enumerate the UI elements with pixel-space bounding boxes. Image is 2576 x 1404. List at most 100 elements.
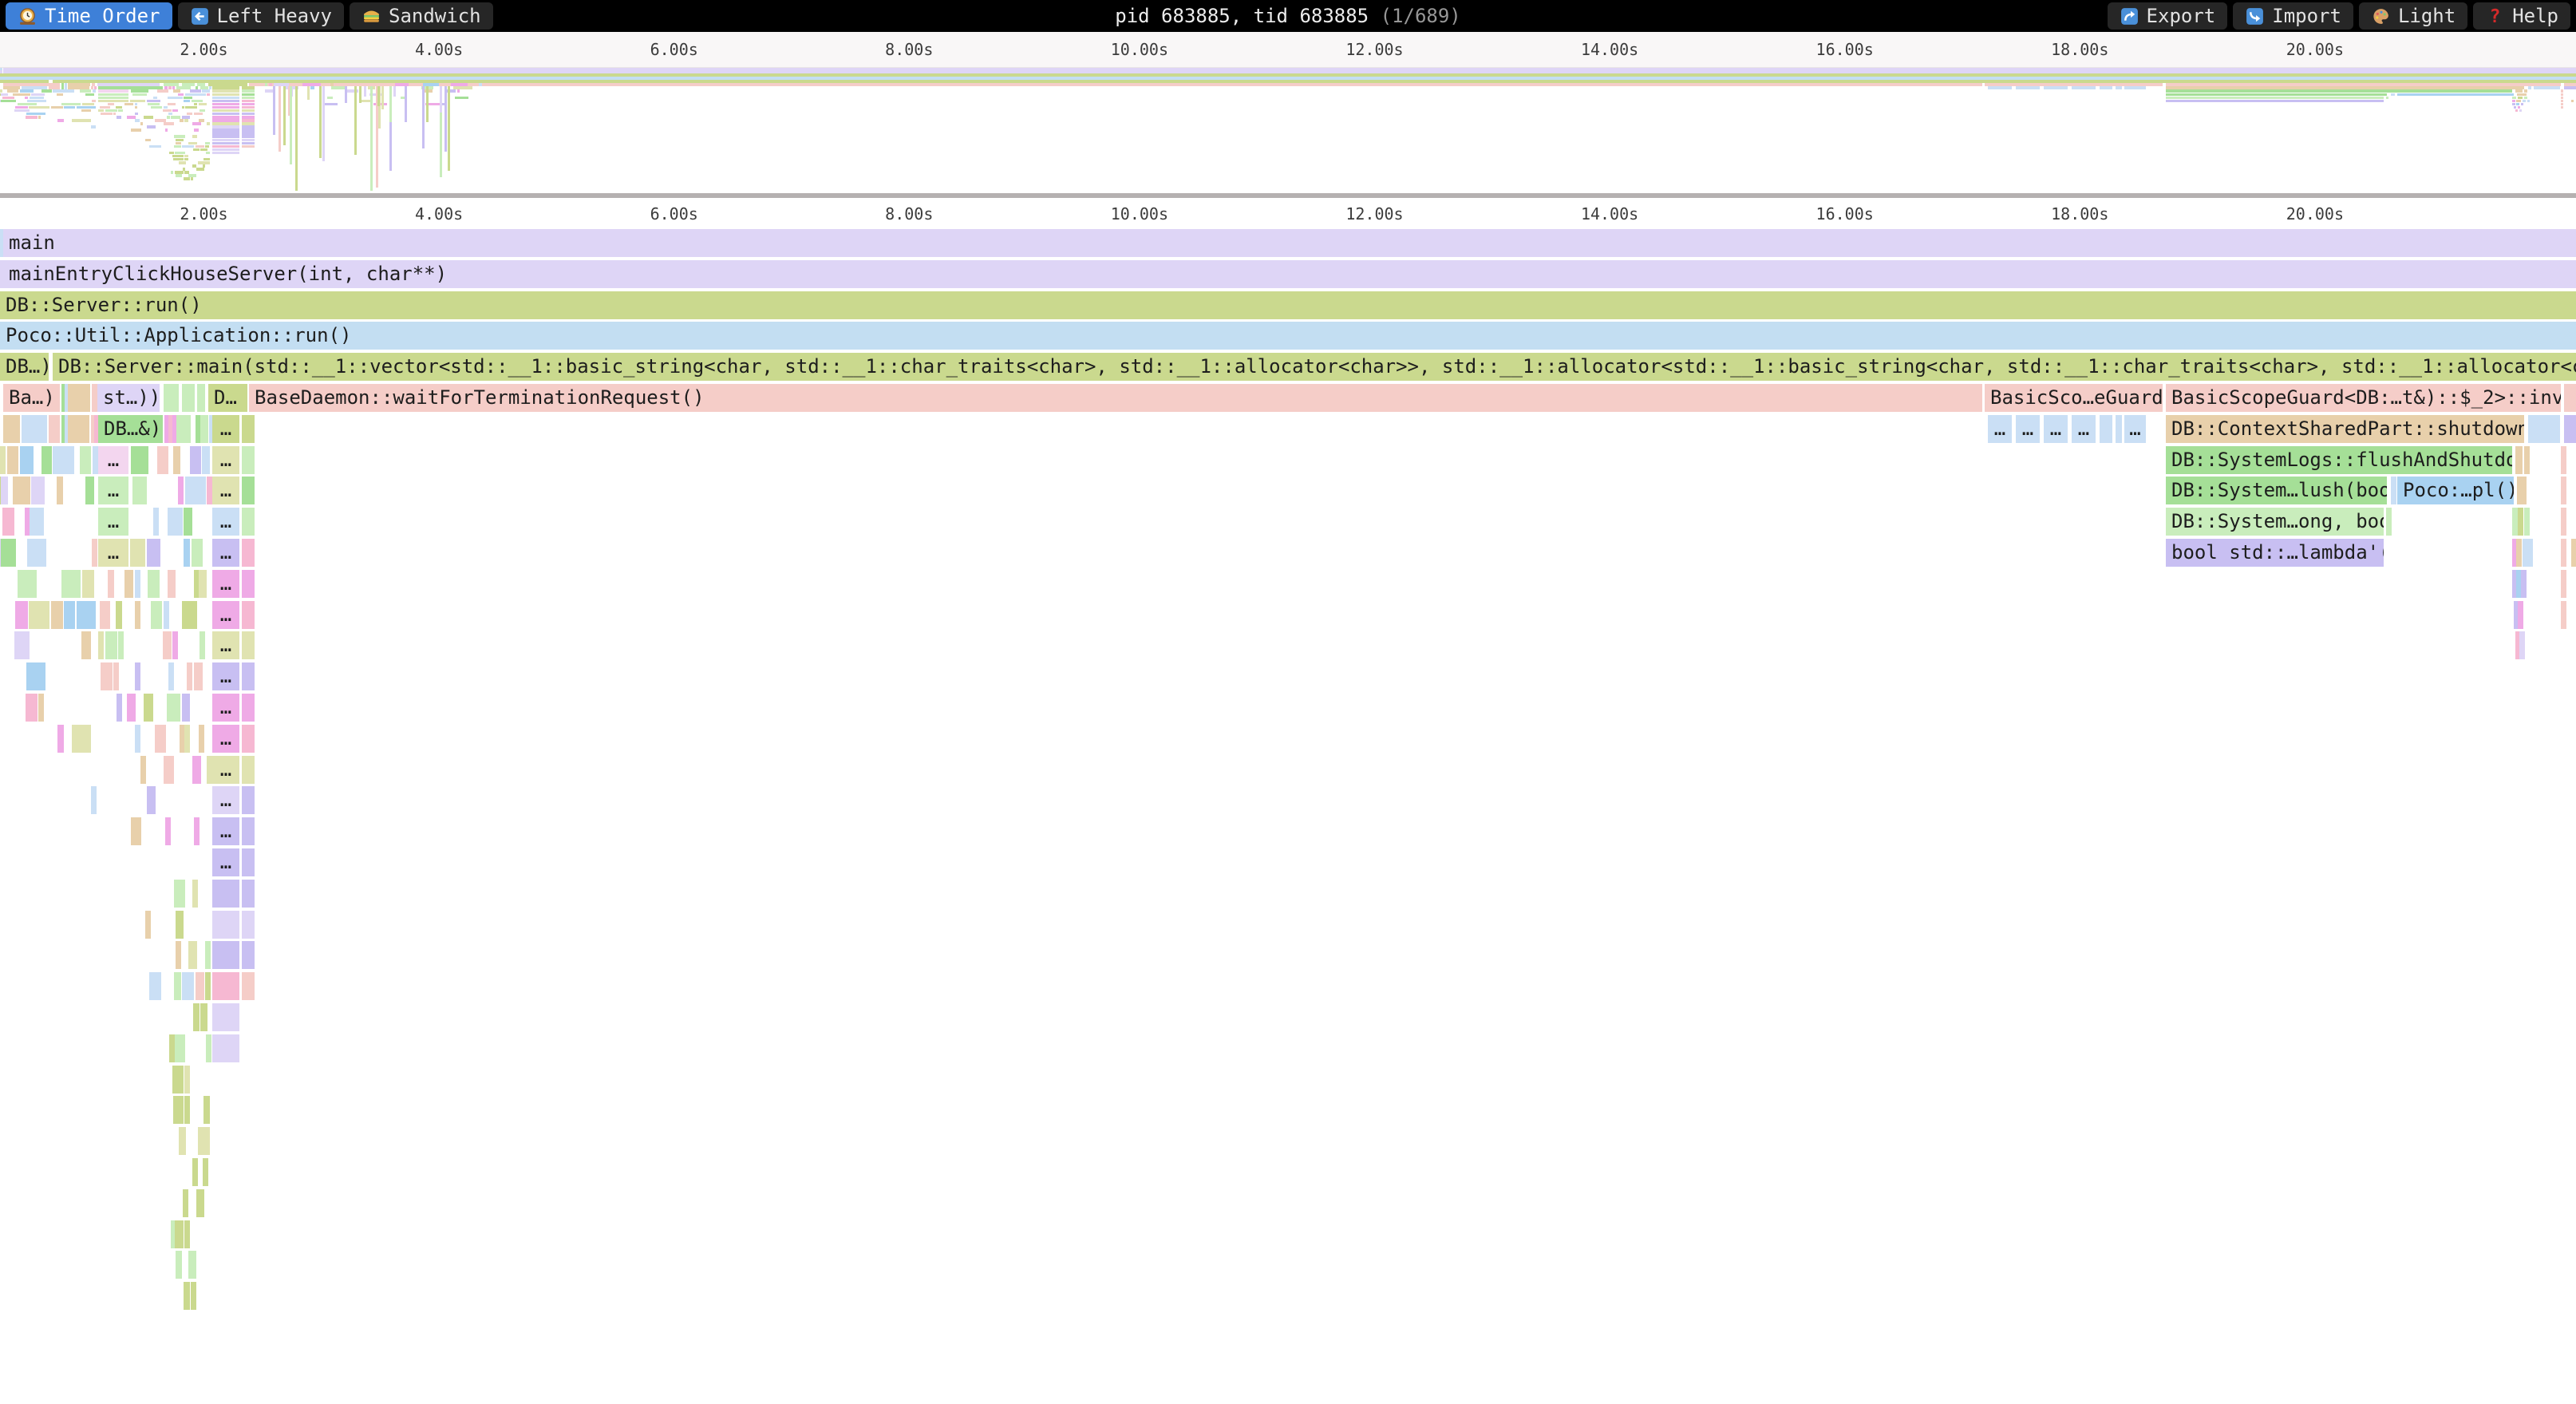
flame-frame[interactable] — [199, 570, 207, 598]
flame-frame[interactable] — [176, 911, 184, 939]
flame-frame[interactable] — [190, 446, 201, 474]
flame-frame[interactable]: … — [212, 601, 239, 629]
flame-frame[interactable] — [183, 1189, 188, 1217]
flame-frame[interactable] — [212, 911, 239, 939]
flame-frame[interactable] — [26, 662, 45, 690]
flame-frame[interactable]: st…)) — [97, 384, 160, 412]
flame-frame[interactable]: DB…&) — [98, 415, 163, 443]
flame-frame[interactable]: … — [98, 508, 128, 536]
flame-frame[interactable] — [184, 508, 192, 536]
flame-frame[interactable] — [164, 384, 179, 412]
flame-frame[interactable]: … — [98, 539, 128, 567]
flame-frame[interactable] — [61, 570, 81, 598]
flame-frame[interactable] — [2561, 477, 2566, 504]
flame-frame[interactable] — [2518, 508, 2523, 536]
flame-frame[interactable] — [242, 631, 255, 659]
flame-frame[interactable] — [182, 384, 195, 412]
flame-frame[interactable] — [117, 694, 122, 722]
flame-frame[interactable] — [185, 601, 197, 629]
flame-frame[interactable] — [173, 446, 180, 474]
flame-frame[interactable] — [188, 941, 197, 969]
flame-frame[interactable] — [165, 817, 171, 845]
flame-frame[interactable] — [212, 1034, 239, 1062]
flame-frame[interactable] — [0, 446, 6, 474]
flame-frame[interactable]: Poco::Util::Application::run() — [0, 322, 2576, 350]
flame-frame[interactable]: … — [212, 662, 239, 690]
flame-frame[interactable] — [205, 972, 211, 1000]
flame-frame[interactable]: DB::Server::run() — [0, 291, 2576, 319]
flame-frame[interactable] — [2524, 446, 2530, 474]
flame-frame[interactable]: Ba…) — [3, 384, 60, 412]
flame-frame[interactable] — [135, 570, 140, 598]
flame-frame[interactable] — [29, 601, 49, 629]
flame-frame[interactable] — [242, 972, 255, 1000]
flame-frame[interactable] — [135, 725, 140, 753]
flame-frame[interactable] — [163, 631, 172, 659]
flame-frame[interactable] — [206, 1034, 211, 1062]
flame-frame[interactable] — [2524, 508, 2530, 536]
flame-frame[interactable]: … — [2016, 415, 2040, 443]
flame-frame[interactable]: … — [212, 446, 239, 474]
flame-frame[interactable] — [194, 817, 200, 845]
flame-frame[interactable]: BasicScopeGuard<DB:…t&)::$_2>::invoke() — [2166, 384, 2561, 412]
flame-frame[interactable] — [192, 539, 203, 567]
flame-frame[interactable]: DB::System…ong, bool) — [2166, 508, 2384, 536]
flame-frame[interactable] — [41, 446, 52, 474]
flame-frame[interactable] — [171, 694, 180, 722]
flame-frame[interactable] — [145, 911, 151, 939]
flame-frame[interactable] — [26, 694, 38, 722]
flame-frame[interactable]: … — [212, 477, 239, 504]
flame-frame[interactable]: … — [212, 848, 239, 876]
flame-frame[interactable] — [164, 756, 174, 784]
flamegraph[interactable]: mainmainEntryClickHouseServer(int, char*… — [0, 229, 2576, 1404]
flame-frame[interactable] — [1, 539, 16, 567]
flame-frame[interactable]: … — [1988, 415, 2012, 443]
flame-frame[interactable]: DB::System…lush(bool) — [2166, 477, 2387, 504]
flame-frame[interactable]: DB…) — [0, 353, 49, 381]
flame-frame[interactable] — [2100, 415, 2112, 443]
flame-frame[interactable] — [169, 1034, 175, 1062]
flame-frame[interactable]: BasicSco…eGuard() — [1985, 384, 2163, 412]
flame-frame[interactable] — [92, 539, 97, 567]
flame-frame[interactable] — [203, 1096, 210, 1124]
flame-frame[interactable] — [2512, 508, 2518, 536]
flame-frame[interactable] — [85, 477, 94, 504]
flame-frame[interactable] — [2517, 477, 2527, 504]
flame-frame[interactable] — [27, 539, 46, 567]
flame-frame[interactable] — [31, 477, 45, 504]
flame-frame[interactable] — [179, 1127, 186, 1155]
flame-frame[interactable] — [2561, 601, 2566, 629]
help-button[interactable]: ?Help — [2473, 2, 2570, 30]
flame-frame[interactable] — [199, 725, 204, 753]
flame-frame[interactable] — [196, 1189, 204, 1217]
flame-frame[interactable] — [147, 539, 160, 567]
flame-frame[interactable] — [101, 662, 113, 690]
flame-frame[interactable] — [130, 539, 145, 567]
flame-frame[interactable] — [108, 570, 114, 598]
flame-frame[interactable]: … — [2124, 415, 2146, 443]
flame-frame[interactable] — [57, 725, 64, 753]
flame-frame[interactable] — [77, 601, 96, 629]
minimap-divider[interactable] — [0, 193, 2576, 198]
flame-frame[interactable] — [57, 477, 63, 504]
flame-frame[interactable] — [153, 508, 159, 536]
flame-frame[interactable] — [184, 1282, 190, 1310]
flame-frame[interactable]: DB::Server::main(std::__1::vector<std::_… — [53, 353, 2576, 381]
flame-frame[interactable] — [242, 694, 255, 722]
flame-frame[interactable] — [193, 1003, 200, 1031]
flame-frame[interactable] — [116, 601, 122, 629]
flame-frame[interactable] — [174, 880, 185, 908]
flame-frame[interactable] — [192, 880, 198, 908]
flame-frame[interactable]: BaseDaemon::waitForTerminationRequest() — [249, 384, 1982, 412]
flame-frame[interactable] — [242, 756, 255, 784]
flame-frame[interactable] — [124, 570, 133, 598]
flame-frame[interactable] — [242, 508, 255, 536]
flame-frame[interactable] — [105, 631, 117, 659]
flame-frame[interactable] — [242, 415, 255, 443]
flame-frame[interactable] — [2518, 601, 2523, 629]
flame-frame[interactable] — [176, 1251, 182, 1279]
flame-frame[interactable] — [132, 477, 147, 504]
import-button[interactable]: Import — [2233, 2, 2353, 30]
flame-frame[interactable] — [207, 756, 212, 784]
flame-frame[interactable]: … — [212, 786, 239, 814]
